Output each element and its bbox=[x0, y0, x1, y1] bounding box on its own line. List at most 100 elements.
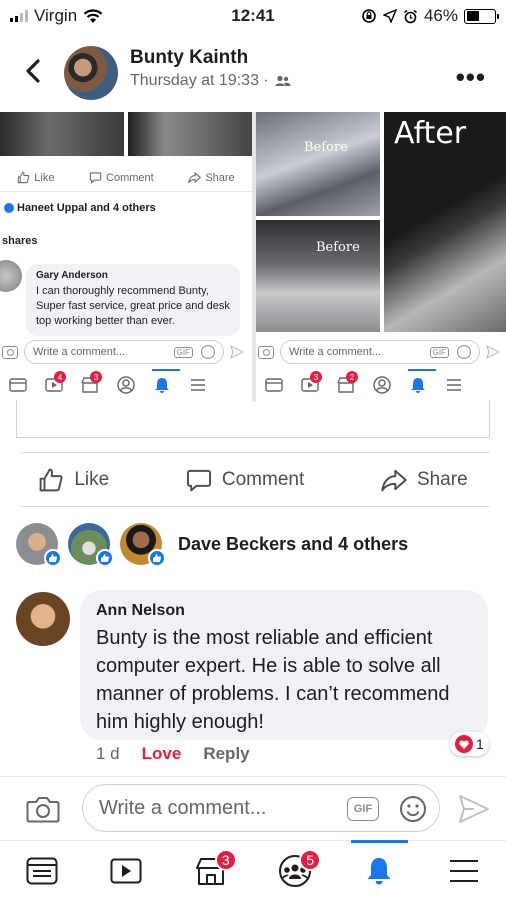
send-icon bbox=[230, 345, 244, 359]
more-options-button[interactable]: ••• bbox=[456, 62, 486, 93]
comment-label: Comment bbox=[221, 469, 305, 490]
share-icon bbox=[188, 171, 202, 184]
battery-percent: 46% bbox=[423, 6, 458, 25]
emoji-icon[interactable] bbox=[399, 795, 427, 823]
comment-input-placeholder: Write a comment... bbox=[99, 796, 267, 819]
like-button[interactable]: Like bbox=[38, 467, 109, 493]
embedded-reactions: Haneet Uppal and 4 others bbox=[4, 202, 156, 214]
love-button[interactable]: Love bbox=[142, 744, 182, 764]
embedded-comment-bubble: Gary Anderson I can thoroughly recommend… bbox=[26, 264, 240, 336]
marketplace-badge: 3 bbox=[214, 849, 237, 871]
camera-icon bbox=[258, 345, 274, 359]
comment-author[interactable]: Ann Nelson bbox=[96, 602, 472, 620]
reactor-avatar bbox=[68, 523, 114, 567]
comment-button[interactable]: Comment bbox=[186, 467, 304, 493]
post-image[interactable]: Like Comment Share Haneet Uppal and 4 ot… bbox=[0, 112, 506, 402]
embedded-comment-input-right: Write a comment... GIF bbox=[280, 340, 480, 364]
comment-icon bbox=[186, 469, 211, 492]
comment-text: Bunty is the most reliable and efficient… bbox=[96, 627, 450, 733]
post-header: Bunty Kainth Thursday at 19:33 · ••• bbox=[0, 40, 506, 106]
camera-icon bbox=[2, 345, 18, 359]
gif-icon: GIF bbox=[429, 346, 449, 358]
gif-button[interactable]: GIF bbox=[347, 797, 379, 821]
embedded-tabbar: 4 3 bbox=[0, 369, 216, 400]
reply-button[interactable]: Reply bbox=[203, 744, 249, 764]
reactor-avatar bbox=[16, 523, 62, 567]
embedded-comment-author: Gary Anderson bbox=[36, 270, 108, 281]
embedded-comment-input: Write a comment... GIF bbox=[24, 340, 224, 364]
profile-icon bbox=[108, 373, 144, 397]
alarm-icon bbox=[403, 9, 417, 23]
send-icon[interactable] bbox=[458, 794, 490, 824]
send-icon bbox=[486, 345, 500, 359]
comment-input[interactable]: Write a comment... GIF bbox=[82, 784, 440, 832]
tab-marketplace[interactable]: 3 bbox=[169, 841, 253, 900]
tab-watch[interactable] bbox=[84, 841, 168, 900]
like-badge-icon bbox=[44, 549, 62, 567]
after-photo: After bbox=[384, 112, 506, 332]
embedded-right-screenshot: Before Before After Write a comment... G… bbox=[256, 112, 506, 402]
tab-notifications[interactable] bbox=[337, 840, 421, 900]
heart-icon bbox=[455, 735, 473, 753]
after-label: After bbox=[394, 116, 467, 151]
divider bbox=[20, 506, 490, 507]
comment-age: 1 d bbox=[96, 744, 120, 763]
comment-icon bbox=[89, 172, 102, 184]
like-badge-icon bbox=[96, 549, 114, 567]
tab-news-feed[interactable] bbox=[0, 841, 84, 900]
news-feed-icon bbox=[26, 857, 58, 884]
before-after-collage: Before Before After bbox=[256, 112, 506, 332]
reactions-row[interactable]: Dave Beckers and 4 others bbox=[16, 520, 408, 568]
status-bar: Virgin 12:41 46% bbox=[0, 0, 506, 32]
share-button[interactable]: Share bbox=[381, 467, 468, 493]
notifications-icon bbox=[400, 369, 436, 397]
embedded-action-row: Like Comment Share bbox=[0, 164, 252, 192]
embedded-share: Share bbox=[188, 171, 235, 184]
post-meta: Thursday at 19:33 · bbox=[130, 72, 291, 90]
before-photo-bottom: Before bbox=[256, 220, 380, 332]
embedded-photo-strip bbox=[0, 112, 252, 156]
reactions-summary: Dave Beckers and 4 others bbox=[178, 533, 409, 554]
commenter-avatar[interactable] bbox=[16, 592, 70, 646]
news-feed-icon bbox=[0, 373, 36, 397]
menu-icon bbox=[180, 373, 216, 397]
watch-icon bbox=[110, 858, 142, 883]
post-actions: Like Comment Share bbox=[0, 456, 506, 504]
embedded-commenter-avatar bbox=[0, 260, 22, 292]
embedded-comment: Comment bbox=[89, 171, 154, 184]
menu-icon bbox=[449, 859, 478, 882]
notifications-icon bbox=[367, 857, 391, 884]
embedded-tabbar-right: 3 2 bbox=[256, 369, 472, 400]
tab-menu[interactable] bbox=[422, 841, 506, 900]
gif-icon: GIF bbox=[173, 346, 193, 358]
tab-groups[interactable]: 5 bbox=[253, 841, 337, 900]
post-frame-bottom bbox=[16, 400, 490, 438]
love-reaction-count[interactable]: 1 bbox=[450, 732, 489, 756]
marketplace-icon: 2 bbox=[328, 371, 364, 397]
emoji-icon bbox=[201, 345, 215, 359]
notifications-icon bbox=[144, 369, 180, 397]
status-right: 46% bbox=[361, 6, 499, 26]
watch-icon: 4 bbox=[36, 371, 72, 397]
embedded-shares: shares bbox=[2, 235, 38, 247]
camera-icon[interactable] bbox=[26, 794, 60, 824]
comment-composer: Write a comment... GIF bbox=[0, 782, 506, 838]
before-label-top: Before bbox=[304, 140, 348, 155]
poster-avatar[interactable] bbox=[64, 46, 118, 100]
thumbs-up-icon bbox=[39, 468, 63, 492]
battery-icon bbox=[464, 8, 499, 24]
bottom-tab-bar: 3 5 bbox=[0, 840, 506, 900]
marketplace-icon: 3 bbox=[72, 371, 108, 397]
back-arrow-icon[interactable] bbox=[20, 56, 46, 86]
watch-icon: 3 bbox=[292, 371, 328, 397]
before-photo-top: Before bbox=[256, 112, 380, 216]
location-icon bbox=[382, 9, 397, 23]
embedded-like: Like bbox=[17, 171, 54, 184]
emoji-icon bbox=[457, 345, 471, 359]
news-feed-icon bbox=[256, 373, 292, 397]
embedded-composer-right: Write a comment... GIF bbox=[256, 338, 500, 366]
groups-badge: 5 bbox=[299, 849, 322, 871]
comment-bubble: Ann Nelson Bunty is the most reliable an… bbox=[80, 590, 488, 740]
poster-name[interactable]: Bunty Kainth bbox=[130, 47, 248, 69]
menu-icon bbox=[436, 373, 472, 397]
